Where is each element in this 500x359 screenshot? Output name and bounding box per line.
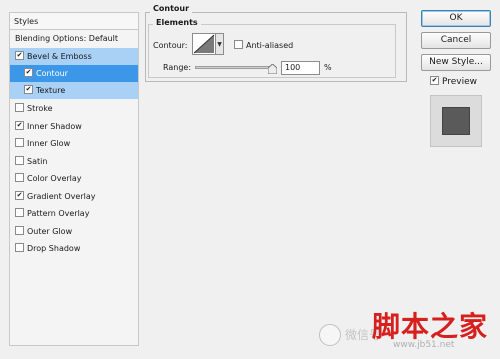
checkbox[interactable] [15,138,24,147]
style-item-label: Pattern Overlay [27,209,90,218]
watermark-title: 脚本之家 [372,310,489,343]
checkbox[interactable] [15,208,24,217]
contour-dropdown-button[interactable]: ▼ [216,33,224,55]
checkbox[interactable] [15,226,24,235]
style-item-pattern-overlay[interactable]: Pattern Overlay [10,205,138,222]
preview-checkbox[interactable] [430,76,439,85]
range-unit: % [324,63,332,72]
wechat-icon [319,324,341,346]
style-item-satin[interactable]: Satin [10,153,138,170]
contour-curve-icon [193,34,215,54]
checkbox[interactable] [15,51,24,60]
new-style-button[interactable]: New Style... [421,54,491,71]
contour-label: Contour: [153,41,188,50]
style-item-drop-shadow[interactable]: Drop Shadow [10,240,138,257]
range-slider-thumb[interactable] [268,64,277,74]
checkbox[interactable] [15,173,24,182]
contour-group-title: Contour [150,4,193,13]
style-item-label: Outer Glow [27,227,73,236]
checkbox[interactable] [15,243,24,252]
checkbox[interactable] [24,68,33,77]
anti-aliased-checkbox[interactable] [234,40,243,49]
style-item-label: Color Overlay [27,174,82,183]
style-item-label: Drop Shadow [27,244,81,253]
chevron-down-icon: ▼ [217,41,222,48]
range-label: Range: [163,63,192,72]
checkbox[interactable] [24,85,33,94]
checkbox[interactable] [15,156,24,165]
checkbox[interactable] [15,103,24,112]
style-item-label: Inner Glow [27,139,71,148]
style-item-texture[interactable]: Texture [10,82,138,99]
checkbox[interactable] [15,121,24,130]
style-item-blending-options[interactable]: Blending Options: Default [10,30,138,47]
watermark-subtitle: www.jb51.net [393,340,455,350]
contour-picker[interactable] [192,33,216,55]
anti-aliased-option[interactable]: Anti-aliased [234,40,293,50]
ok-button[interactable]: OK [421,10,491,27]
style-item-color-overlay[interactable]: Color Overlay [10,170,138,187]
range-slider-track[interactable] [195,66,273,69]
style-item-label: Blending Options: Default [15,34,119,43]
style-item-inner-shadow[interactable]: Inner Shadow [10,118,138,135]
style-item-bevel-emboss[interactable]: Bevel & Emboss [10,48,138,65]
style-item-gradient-overlay[interactable]: Gradient Overlay [10,188,138,205]
style-item-outer-glow[interactable]: Outer Glow [10,223,138,240]
style-item-label: Bevel & Emboss [27,52,92,61]
preview-option[interactable]: Preview [430,76,477,87]
checkbox[interactable] [15,191,24,200]
style-item-inner-glow[interactable]: Inner Glow [10,135,138,152]
style-item-label: Satin [27,157,48,166]
preview-label: Preview [442,77,478,87]
elements-group-title: Elements [153,18,201,27]
range-value-field[interactable]: 100 [281,61,320,75]
style-item-stroke[interactable]: Stroke [10,100,138,117]
style-item-label: Stroke [27,104,53,113]
style-item-label: Texture [36,86,66,95]
style-item-label: Inner Shadow [27,122,82,131]
styles-header: Styles [10,13,138,30]
style-item-label: Gradient Overlay [27,192,96,201]
preview-swatch [442,107,470,135]
cancel-button[interactable]: Cancel [421,32,491,49]
style-item-label: Contour [36,69,68,78]
style-item-contour[interactable]: Contour [10,65,138,82]
anti-aliased-label: Anti-aliased [246,41,294,50]
